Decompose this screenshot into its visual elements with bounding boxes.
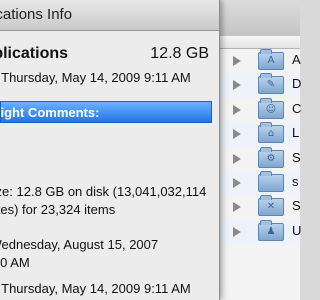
finder-row-name: S — [292, 198, 301, 214]
developer-folder-icon: ✎ — [258, 73, 284, 95]
info-window-titlebar[interactable]: Applications Info — [0, 0, 219, 31]
disclosure-triangle-icon[interactable] — [233, 104, 241, 115]
disclosure-triangle-icon[interactable] — [233, 56, 241, 66]
window-title: Applications Info — [0, 6, 73, 23]
disclosure-triangle-icon[interactable] — [233, 129, 241, 140]
finder-row-name: A — [292, 52, 301, 67]
size-on-disk: Size: 12.8 GB on disk (13,041,032,114 — [0, 184, 207, 199]
disclosure-triangle-icon[interactable] — [233, 226, 241, 237]
finder-row-name: D — [292, 76, 302, 92]
finder-row-name: s — [292, 173, 299, 189]
spotlight-comments-section[interactable]: Spotlight Comments: — [0, 101, 212, 123]
info-window: Applications Info Applications 12.8 GB M… — [0, 0, 220, 300]
library-folder-icon: ⌂ — [258, 122, 284, 144]
finder-row-name: S — [292, 149, 301, 165]
finder-row-name: C — [292, 100, 302, 116]
spotlight-comments-label: Spotlight Comments: — [0, 105, 100, 120]
finder-row-name: U — [292, 222, 302, 238]
contacts-folder-icon: ☺ — [258, 97, 284, 119]
users-folder-icon: ♟ — [258, 219, 284, 241]
disclosure-triangle-icon[interactable] — [233, 177, 241, 188]
item-name: Applications — [0, 45, 69, 62]
created-date: Created: Wednesday, August 15, 2007 — [0, 237, 159, 252]
item-count: bytes) for 23,324 items — [0, 202, 116, 217]
disclosure-triangle-icon[interactable] — [233, 80, 241, 91]
applications-folder-icon: A — [258, 49, 284, 70]
modified-date-secondary: Modified: Thursday, May 14, 2009 9:11 AM — [0, 281, 191, 296]
system-folder-icon: ⚙ — [258, 146, 284, 168]
disclosure-triangle-icon[interactable] — [233, 202, 241, 213]
plain-folder-icon — [258, 170, 284, 192]
finder-row-name: L — [292, 125, 300, 141]
modified-date: Modified: Thursday, May 14, 2009 9:11 AM — [0, 70, 191, 85]
x-folder-icon: ✕ — [258, 195, 284, 217]
item-size: 12.8 GB — [150, 45, 209, 62]
disclosure-triangle-icon[interactable] — [233, 153, 241, 164]
created-time: 4:30 AM — [0, 255, 30, 270]
